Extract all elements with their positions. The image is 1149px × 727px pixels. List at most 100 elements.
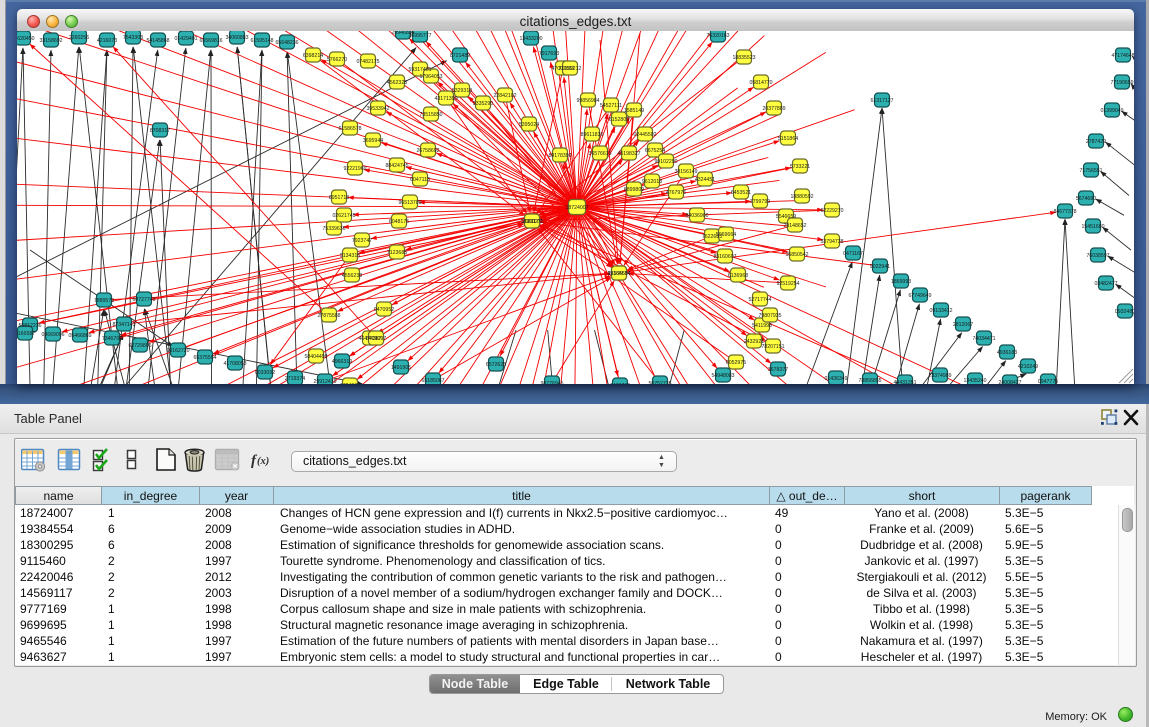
svg-text:76038597: 76038597	[1086, 253, 1109, 259]
svg-text:3695944: 3695944	[363, 138, 383, 144]
svg-text:18300275: 18300275	[520, 219, 543, 225]
svg-text:50752735: 50752735	[648, 381, 671, 384]
svg-text:6152809: 6152809	[609, 117, 629, 123]
svg-text:82620450: 82620450	[17, 36, 35, 42]
svg-text:92221969: 92221969	[343, 166, 366, 172]
svg-text:61317127: 61317127	[870, 98, 893, 104]
svg-text:02621745: 02621745	[332, 213, 355, 219]
svg-text:84677378: 84677378	[1053, 209, 1076, 215]
svg-text:29912419: 29912419	[313, 379, 336, 384]
svg-text:65375564: 65375564	[193, 355, 216, 361]
svg-text:92519254: 92519254	[776, 281, 799, 287]
svg-text:7799799: 7799799	[750, 199, 770, 205]
svg-text:22842102: 22842102	[493, 93, 516, 99]
svg-text:23374989: 23374989	[928, 373, 951, 379]
svg-text:19384554: 19384554	[607, 271, 630, 277]
svg-text:(x): (x)	[257, 456, 269, 467]
svg-text:5329318: 5329318	[452, 88, 472, 94]
svg-text:15451680: 15451680	[1081, 224, 1104, 230]
svg-text:5733221: 5733221	[790, 164, 810, 170]
svg-text:0932480: 0932480	[1115, 309, 1134, 315]
svg-text:9335290: 9335290	[473, 101, 493, 107]
svg-text:8708317: 8708317	[150, 128, 170, 134]
svg-text:4562328: 4562328	[387, 80, 407, 86]
svg-text:8951718: 8951718	[329, 195, 349, 201]
svg-text:76320163: 76320163	[706, 33, 729, 39]
svg-text:75339636: 75339636	[322, 226, 345, 232]
svg-text:3166587: 3166587	[17, 331, 35, 337]
svg-text:8721489: 8721489	[450, 53, 470, 59]
svg-text:33158692: 33158692	[39, 38, 62, 44]
svg-text:05466889: 05466889	[68, 333, 91, 339]
svg-text:41708053: 41708053	[223, 361, 246, 367]
svg-text:5766270: 5766270	[327, 57, 347, 63]
svg-text:59317461: 59317461	[408, 67, 431, 73]
svg-text:01436349: 01436349	[824, 376, 847, 382]
svg-text:71159212: 71159212	[559, 66, 582, 72]
svg-text:29148652: 29148652	[783, 223, 806, 229]
svg-text:78856855: 78856855	[858, 378, 881, 384]
svg-text:4556238: 4556238	[342, 273, 362, 279]
svg-text:7923747: 7923747	[352, 238, 372, 244]
svg-text:6398214: 6398214	[303, 53, 323, 59]
svg-text:7889579: 7889579	[94, 298, 114, 304]
svg-text:1724005: 1724005	[340, 383, 360, 384]
svg-text:01429401: 01429401	[174, 36, 197, 42]
svg-text:16850542: 16850542	[785, 252, 808, 258]
svg-text:2260256: 2260256	[69, 35, 89, 41]
svg-text:9022941: 9022941	[870, 264, 890, 270]
svg-text:74034471: 74034471	[972, 336, 995, 342]
svg-text:68727743: 68727743	[132, 297, 155, 303]
svg-text:5395024: 5395024	[519, 122, 539, 128]
svg-text:36576615: 36576615	[588, 151, 611, 157]
svg-text:6572628: 6572628	[486, 362, 506, 368]
svg-text:58404499: 58404499	[304, 354, 327, 360]
svg-text:65569816: 65569816	[199, 38, 222, 44]
svg-text:78207151: 78207151	[761, 344, 784, 350]
svg-text:6136968: 6136968	[728, 273, 748, 279]
svg-text:6453521: 6453521	[731, 190, 751, 196]
svg-text:09133412: 09133412	[929, 308, 952, 314]
svg-text:62729806: 62729806	[128, 343, 151, 349]
svg-text:9134316: 9134316	[340, 253, 360, 259]
svg-text:4324451: 4324451	[695, 177, 715, 183]
svg-text:9612018: 9612018	[642, 179, 662, 185]
svg-text:6048175: 6048175	[389, 219, 409, 225]
svg-text:5546659: 5546659	[776, 214, 796, 220]
svg-text:73515850: 73515850	[419, 112, 442, 118]
svg-text:02445502: 02445502	[633, 132, 656, 138]
svg-text:96513709: 96513709	[398, 200, 421, 206]
svg-text:4216073: 4216073	[97, 38, 117, 44]
svg-text:88424745: 88424745	[385, 163, 408, 169]
svg-text:67749649: 67749649	[908, 293, 931, 299]
svg-text:65185067: 65185067	[421, 378, 444, 384]
svg-text:1473799: 1473799	[610, 383, 630, 384]
svg-text:52717744: 52717744	[748, 297, 771, 303]
svg-text:61595148: 61595148	[250, 38, 273, 44]
svg-text:4966319: 4966319	[332, 359, 352, 365]
svg-text:7543303: 7543303	[123, 35, 143, 41]
svg-text:18880592: 18880592	[790, 194, 813, 200]
svg-text:54145868: 54145868	[146, 38, 169, 44]
svg-text:61586578: 61586578	[338, 126, 361, 132]
svg-text:20377889: 20377889	[762, 106, 785, 112]
svg-text:18835523: 18835523	[732, 55, 755, 61]
svg-text:17964053: 17964053	[419, 74, 442, 80]
svg-text:18724007: 18724007	[565, 205, 588, 211]
svg-text:2787429: 2787429	[1086, 139, 1106, 145]
svg-text:5969664: 5969664	[716, 232, 736, 238]
svg-text:89178390: 89178390	[548, 153, 571, 159]
svg-text:65648236: 65648236	[275, 40, 298, 46]
svg-text:90162720: 90162720	[166, 348, 189, 354]
svg-text:0033092: 0033092	[255, 370, 275, 376]
svg-text:7346706: 7346706	[102, 336, 122, 342]
svg-text:84036900: 84036900	[685, 213, 708, 219]
svg-text:5411998: 5411998	[752, 323, 772, 329]
svg-text:55812236: 55812236	[18, 323, 41, 329]
svg-text:36995777: 36995777	[408, 33, 431, 39]
svg-text:38156149: 38156149	[674, 169, 697, 175]
svg-text:2812067: 2812067	[953, 322, 973, 328]
svg-text:24008427: 24008427	[998, 380, 1021, 384]
svg-text:45198327: 45198327	[617, 151, 640, 157]
svg-text:4210249: 4210249	[1018, 364, 1038, 370]
